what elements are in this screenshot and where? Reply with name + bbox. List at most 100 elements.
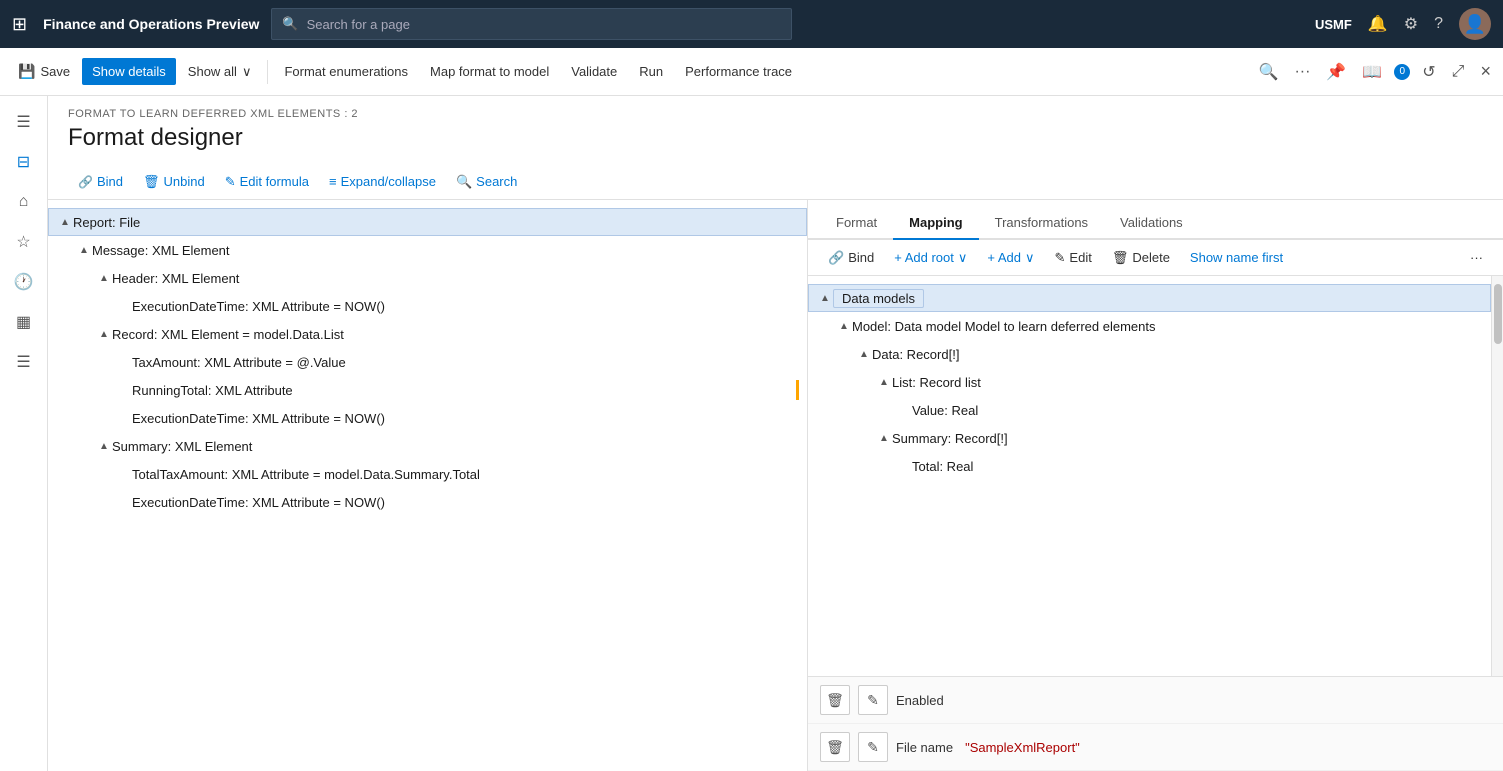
side-home-icon[interactable]: ⌂ [6,184,42,220]
show-details-button[interactable]: Show details [82,58,176,85]
map-link-icon: 🔗 [828,250,844,266]
global-search[interactable]: 🔍 Search for a page [271,8,792,40]
show-name-first-button[interactable]: Show name first [1182,247,1291,268]
map-toggle-summary[interactable]: ▲ [876,433,892,444]
tree-item-header[interactable]: ▲ Header: XML Element [48,264,807,292]
map-bind-button[interactable]: 🔗 Bind [820,247,882,269]
map-label-data: Data: Record[!] [872,347,959,362]
map-toggle-data-models[interactable]: ▲ [817,293,833,304]
avatar[interactable]: 👤 [1459,8,1491,40]
tree-item-running[interactable]: RunningTotal: XML Attribute [48,376,807,404]
toolbar-right-icons: 🔍 ··· 📌 📖 0 ↺ ⤢ × [1255,57,1495,86]
tree-toggle-summary[interactable]: ▲ [96,441,112,452]
tree-label-message: Message: XML Element [92,243,799,258]
sub-toolbar: 🔗 Bind 🗑 Unbind ✎ Edit formula ≡ Expand/… [48,164,1503,200]
side-calendar-icon[interactable]: ▦ [6,304,42,340]
tree-toggle-taxamount [116,357,132,368]
tree-toggle-header[interactable]: ▲ [96,273,112,284]
tree-item-taxamount[interactable]: TaxAmount: XML Attribute = @.Value [48,348,807,376]
validate-button[interactable]: Validate [561,58,627,85]
side-star-icon[interactable]: ☆ [6,224,42,260]
gear-icon[interactable]: ⚙ [1404,14,1418,34]
format-enumerations-button[interactable]: Format enumerations [274,58,418,85]
tree-toggle-exec2 [116,413,132,424]
map-format-button[interactable]: Map format to model [420,58,559,85]
map-item-summary[interactable]: ▲ Summary: Record[!] [808,424,1491,452]
expand-collapse-button[interactable]: ≡ Expand/collapse [319,170,446,193]
edit-formula-button[interactable]: ✎ Edit formula [215,170,319,194]
tree-label-report: Report: File [73,215,798,230]
toolbar-book-icon[interactable]: 📖 [1358,58,1386,86]
waffle-icon[interactable]: ⊞ [12,14,27,35]
refresh-icon[interactable]: ↺ [1418,58,1439,86]
help-icon[interactable]: ? [1434,15,1443,33]
tree-item-report[interactable]: ▲ Report: File [48,208,807,236]
tree-item-summary[interactable]: ▲ Summary: XML Element [48,432,807,460]
scrollbar-track[interactable] [1491,276,1503,676]
tree-toggle-report[interactable]: ▲ [57,217,73,228]
map-item-data-models[interactable]: ▲ Data models [808,284,1491,312]
map-item-model[interactable]: ▲ Model: Data model Model to learn defer… [808,312,1491,340]
delete-button[interactable]: 🗑 Delete [1104,247,1178,269]
add-button[interactable]: + Add ∨ [979,247,1042,269]
scrollbar-thumb[interactable] [1494,284,1502,344]
tree-label-taxamount: TaxAmount: XML Attribute = @.Value [132,355,799,370]
enabled-delete-button[interactable]: 🗑 [820,685,850,715]
map-more-button[interactable]: ··· [1462,247,1491,268]
performance-trace-button[interactable]: Performance trace [675,58,802,85]
tree-item-message[interactable]: ▲ Message: XML Element [48,236,807,264]
toolbar-more-icon[interactable]: ··· [1290,59,1314,85]
tree-label-exec2: ExecutionDateTime: XML Attribute = NOW() [132,411,799,426]
map-toggle-data[interactable]: ▲ [856,349,872,360]
add-root-chevron: ∨ [958,250,968,266]
bell-icon[interactable]: 🔔 [1368,14,1388,34]
toolbar-pin-icon[interactable]: 📌 [1322,58,1350,86]
tab-validations[interactable]: Validations [1104,207,1199,240]
maximize-icon[interactable]: ⤢ [1448,59,1469,85]
side-clock-icon[interactable]: 🕐 [6,264,42,300]
toolbar-search-icon[interactable]: 🔍 [1255,58,1283,86]
delete-icon: 🗑 [1112,250,1129,266]
map-item-data[interactable]: ▲ Data: Record[!] [808,340,1491,368]
edit-button[interactable]: ✎ Edit [1047,247,1100,269]
tree-toggle-exec1 [116,301,132,312]
map-toggle-list[interactable]: ▲ [876,377,892,388]
tree-item-totaltax[interactable]: TotalTaxAmount: XML Attribute = model.Da… [48,460,807,488]
nav-right: USMF 🔔 ⚙ ? 👤 [1315,8,1491,40]
side-menu-icon[interactable]: ☰ [6,104,42,140]
side-list-icon[interactable]: ☰ [6,344,42,380]
main-toolbar: 💾 Save Show details Show all ∨ Format en… [0,48,1503,96]
tree-label-summary: Summary: XML Element [112,439,799,454]
tree-item-exec1[interactable]: ExecutionDateTime: XML Attribute = NOW() [48,292,807,320]
enabled-label: Enabled [896,693,944,708]
map-item-total[interactable]: Total: Real [808,452,1491,480]
unbind-button[interactable]: 🗑 Unbind [133,170,215,194]
map-item-value[interactable]: Value: Real [808,396,1491,424]
search-button[interactable]: 🔍 Search [446,170,527,194]
tree-item-exec2[interactable]: ExecutionDateTime: XML Attribute = NOW() [48,404,807,432]
page-header: FORMAT TO LEARN DEFERRED XML ELEMENTS : … [48,96,1503,164]
filename-edit-button[interactable]: ✎ [858,732,888,762]
tab-transformations[interactable]: Transformations [979,207,1104,240]
enabled-edit-button[interactable]: ✎ [858,685,888,715]
tab-format[interactable]: Format [820,207,893,240]
expand-icon: ≡ [329,174,337,189]
tab-mapping[interactable]: Mapping [893,207,978,240]
run-button[interactable]: Run [629,58,673,85]
add-root-button[interactable]: + Add root ∨ [886,247,975,269]
filename-delete-button[interactable]: 🗑 [820,732,850,762]
tree-toggle-record[interactable]: ▲ [96,329,112,340]
username: USMF [1315,17,1352,32]
tree-item-exec3[interactable]: ExecutionDateTime: XML Attribute = NOW() [48,488,807,516]
save-icon: 💾 [18,63,35,80]
map-item-list[interactable]: ▲ List: Record list [808,368,1491,396]
map-toggle-model[interactable]: ▲ [836,321,852,332]
tree-toggle-message[interactable]: ▲ [76,245,92,256]
tree-toggle-exec3 [116,497,132,508]
close-icon[interactable]: × [1476,57,1495,86]
bind-button[interactable]: 🔗 Bind [68,170,133,193]
save-button[interactable]: 💾 Save [8,57,80,86]
filter-icon[interactable]: ⊟ [6,144,42,180]
tree-item-record[interactable]: ▲ Record: XML Element = model.Data.List [48,320,807,348]
show-all-button[interactable]: Show all ∨ [178,58,262,86]
